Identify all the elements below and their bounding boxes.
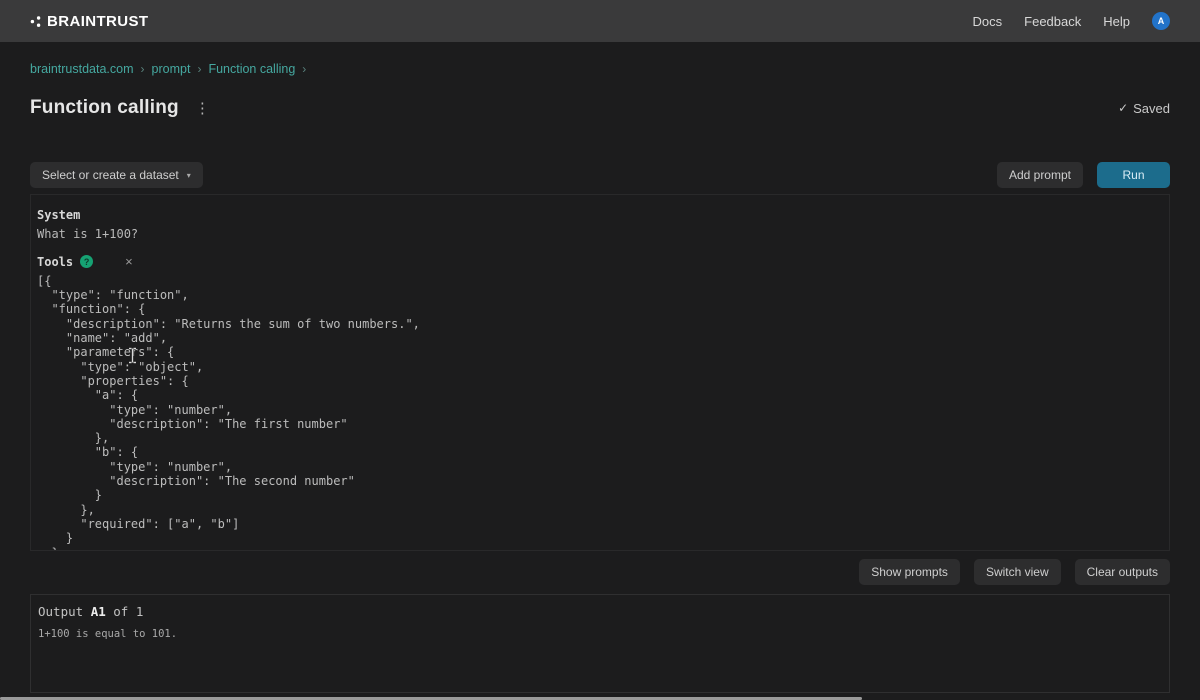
breadcrumb-org-link[interactable]: braintrustdata.com: [30, 62, 134, 76]
system-message[interactable]: What is 1+100?: [37, 227, 1163, 241]
select-dataset-label: Select or create a dataset: [42, 168, 179, 182]
save-status: ✓ Saved: [1118, 101, 1170, 116]
avatar[interactable]: A: [1152, 12, 1170, 30]
tools-json-editor[interactable]: [{ "type": "function", "function": { "de…: [37, 274, 1163, 551]
check-icon: ✓: [1118, 101, 1128, 115]
run-button[interactable]: Run: [1097, 162, 1170, 188]
breadcrumb: braintrustdata.com › prompt › Function c…: [30, 62, 1170, 76]
toolbar-right: Add prompt Run: [997, 162, 1170, 188]
chevron-right-icon: ›: [302, 62, 306, 76]
select-dataset-button[interactable]: Select or create a dataset ▾: [30, 162, 203, 188]
nav-docs-link[interactable]: Docs: [973, 14, 1003, 29]
braintrust-logo-icon: [30, 13, 42, 29]
switch-view-button[interactable]: Switch view: [974, 559, 1061, 585]
top-nav: Docs Feedback Help A: [973, 12, 1170, 30]
toolbar: Select or create a dataset ▾ Add prompt …: [30, 162, 1170, 188]
breadcrumb-project-link[interactable]: prompt: [152, 62, 191, 76]
show-prompts-button[interactable]: Show prompts: [859, 559, 960, 585]
add-prompt-button[interactable]: Add prompt: [997, 162, 1083, 188]
close-icon[interactable]: ×: [125, 255, 133, 269]
output-cell-ref: A1: [91, 604, 106, 619]
logo-text: BRAINTRUST: [47, 13, 149, 30]
output-panel: Output A1 of 1 1+100 is equal to 101.: [30, 594, 1170, 693]
output-label: Output: [38, 604, 83, 619]
output-text: 1+100 is equal to 101.: [38, 628, 1162, 640]
system-label: System: [37, 208, 1163, 222]
braintrust-logo[interactable]: BRAINTRUST: [30, 13, 149, 30]
chevron-right-icon: ›: [197, 62, 201, 76]
top-bar: BRAINTRUST Docs Feedback Help A: [0, 0, 1200, 42]
help-icon[interactable]: ?: [80, 255, 93, 268]
clear-outputs-button[interactable]: Clear outputs: [1075, 559, 1170, 585]
nav-help-link[interactable]: Help: [1103, 14, 1130, 29]
save-status-label: Saved: [1133, 101, 1170, 116]
output-header: Output A1 of 1: [38, 604, 1162, 619]
breadcrumb-prompt-link[interactable]: Function calling: [208, 62, 295, 76]
output-count: of 1: [113, 604, 143, 619]
tools-label: Tools: [37, 255, 73, 269]
chevron-down-icon: ▾: [187, 171, 191, 180]
tools-header: Tools ? ×: [37, 255, 1163, 269]
kebab-menu-icon[interactable]: ⋮: [195, 101, 210, 116]
prompt-playground-page: { "topbar": { "logo": "BRAINTRUST", "nav…: [0, 0, 1200, 700]
page-title: Function calling: [30, 97, 179, 119]
nav-feedback-link[interactable]: Feedback: [1024, 14, 1081, 29]
prompt-editor[interactable]: System What is 1+100? Tools ? × [{ "type…: [30, 194, 1170, 551]
chevron-right-icon: ›: [141, 62, 145, 76]
title-row: Function calling ⋮ ✓ Saved: [30, 97, 1170, 119]
output-actions: Show prompts Switch view Clear outputs: [30, 559, 1170, 585]
